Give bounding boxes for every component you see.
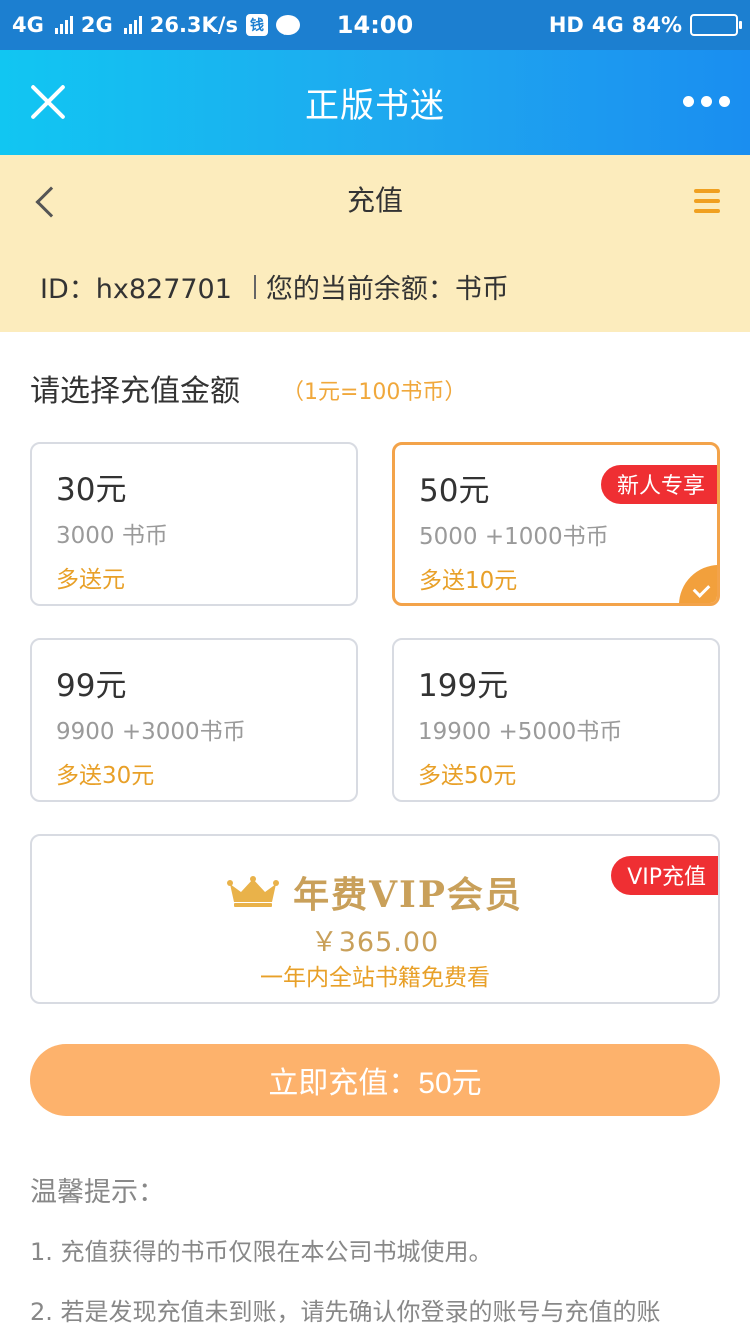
user-id: ID：hx827701	[40, 274, 232, 305]
recharge-now-button[interactable]: 立即充值：50元	[30, 1044, 720, 1116]
option-coins: 19900 +5000书币	[418, 719, 623, 745]
page-title: 充值	[346, 184, 403, 217]
option-price: 30元	[56, 472, 127, 508]
battery-percent: 84%	[631, 13, 682, 37]
network-4g-label-right: 4G	[591, 13, 624, 37]
tip-item: 2. 若是发现充值未到账，请先确认你登录的账号与充值的账	[30, 1298, 661, 1326]
vip-description: 一年内全站书籍免费看	[260, 965, 490, 991]
option-bonus: 多送元	[56, 567, 125, 593]
hd-label: HD	[548, 13, 584, 37]
balance-text: 您的当前余额：书币	[265, 274, 509, 305]
section-title: 请选择充值金额	[30, 374, 240, 409]
signal-icon	[54, 16, 73, 34]
notification-app-icon: 钱	[245, 14, 268, 36]
option-bonus: 多送30元	[56, 763, 155, 789]
divider	[253, 274, 256, 299]
option-card-50[interactable]: 50元 5000 +1000书币 多送10元 新人专享	[392, 442, 720, 606]
option-card-30[interactable]: 30元 3000 书币 多送元	[30, 442, 358, 606]
option-price: 199元	[418, 668, 509, 704]
app-title: 正版书迷	[305, 86, 445, 126]
vip-title: 年费VIP会员	[293, 874, 523, 916]
option-coins: 9900 +3000书币	[56, 719, 246, 745]
signal-icon-2	[123, 16, 142, 34]
network-2g-label: 2G	[80, 13, 113, 37]
network-speed: 26.3K/s	[149, 13, 238, 37]
vip-card[interactable]: VIP充值 年费VIP会员 ￥365.00 一年内全站书籍免费看	[30, 834, 720, 1004]
vip-heading: 年费VIP会员	[32, 866, 718, 918]
new-user-badge: 新人专享	[600, 465, 717, 504]
tips-title: 温馨提示：	[30, 1177, 165, 1208]
app-bar: 正版书迷	[0, 50, 750, 155]
crown-icon	[227, 876, 280, 908]
vip-price: ￥365.00	[310, 927, 440, 958]
recharge-header: 充值 ID：hx827701 您的当前余额：书币	[0, 155, 750, 332]
option-price: 50元	[419, 473, 490, 509]
network-4g-label: 4G	[12, 13, 44, 37]
exchange-rate-note: （1元=100书币）	[282, 380, 467, 405]
menu-icon[interactable]	[694, 189, 720, 213]
tip-item: 1. 充值获得的书币仅限在本公司书城使用。	[30, 1238, 493, 1266]
message-bubble-icon	[275, 15, 300, 35]
selected-check-icon	[679, 565, 717, 603]
option-coins: 5000 +1000书币	[419, 524, 609, 550]
option-price: 99元	[56, 668, 127, 704]
status-right: HD 4G 84%	[548, 13, 742, 37]
status-bar: 4G 2G 26.3K/s 钱 14:00 HD 4G 84%	[0, 0, 750, 50]
option-card-199[interactable]: 199元 19900 +5000书币 多送50元	[392, 638, 720, 802]
close-icon[interactable]	[28, 82, 68, 122]
option-coins: 3000 书币	[56, 523, 168, 549]
option-bonus: 多送50元	[418, 763, 517, 789]
option-card-99[interactable]: 99元 9900 +3000书币 多送30元	[30, 638, 358, 802]
option-bonus: 多送10元	[419, 568, 518, 594]
status-left: 4G 2G 26.3K/s 钱	[12, 13, 300, 37]
account-info: ID：hx827701 您的当前余额：书币	[40, 267, 509, 306]
more-options-icon[interactable]	[683, 96, 730, 107]
battery-icon	[690, 14, 742, 36]
